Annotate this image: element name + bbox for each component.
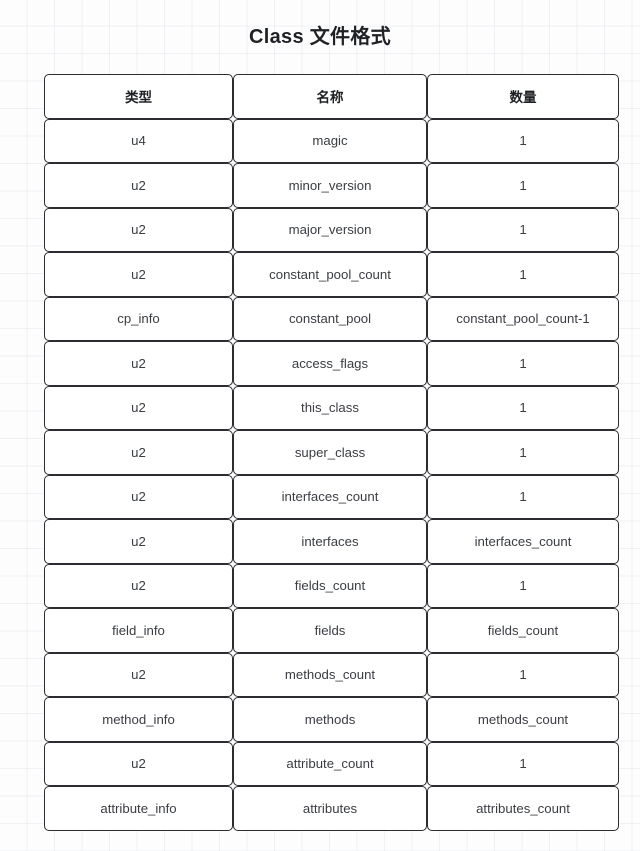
table-row: u4 magic 1 [44, 118, 619, 163]
cell-count: 1 [427, 252, 619, 297]
table-row: field_info fields fields_count [44, 608, 619, 653]
table-row: u2 attribute_count 1 [44, 741, 619, 786]
cell-count: methods_count [427, 697, 619, 742]
cell-type: method_info [44, 697, 233, 742]
cell-name: super_class [233, 430, 427, 475]
cell-type: field_info [44, 608, 233, 653]
cell-name: interfaces_count [233, 474, 427, 519]
cell-type: u4 [44, 118, 233, 163]
cell-type: u2 [44, 341, 233, 386]
cell-name: attributes [233, 786, 427, 831]
cell-name: access_flags [233, 341, 427, 386]
cell-type: attribute_info [44, 786, 233, 831]
cell-type: u2 [44, 474, 233, 519]
cell-type: u2 [44, 519, 233, 564]
table-row: u2 methods_count 1 [44, 652, 619, 697]
cell-type: u2 [44, 430, 233, 475]
table-row: method_info methods methods_count [44, 697, 619, 742]
cell-type: u2 [44, 741, 233, 786]
class-file-format-table-container: 类型 名称 数量 u4 magic 1 u2 minor_version 1 u2 major… [44, 74, 619, 831]
table-row: u2 super_class 1 [44, 430, 619, 475]
cell-count: constant_pool_count-1 [427, 296, 619, 341]
cell-name: attribute_count [233, 741, 427, 786]
cell-count: 1 [427, 741, 619, 786]
page-title: Class 文件格式 [249, 26, 391, 48]
page-root: Class 文件格式 类型 名称 数量 u4 magic 1 u2 minor_vers… [0, 0, 640, 851]
table-row: u2 this_class 1 [44, 385, 619, 430]
cell-count: fields_count [427, 608, 619, 653]
table-header: 类型 名称 数量 [44, 74, 619, 119]
table-header-row: 类型 名称 数量 [44, 74, 619, 119]
table-row: u2 minor_version 1 [44, 163, 619, 208]
cell-name: fields [233, 608, 427, 653]
table-body: u4 magic 1 u2 minor_version 1 u2 major_version 1… [44, 118, 619, 831]
cell-name: constant_pool_count [233, 252, 427, 297]
cell-count: attributes_count [427, 786, 619, 831]
table-row: u2 major_version 1 [44, 207, 619, 252]
cell-type: u2 [44, 385, 233, 430]
cell-name: this_class [233, 385, 427, 430]
cell-count: 1 [427, 385, 619, 430]
table-row: u2 fields_count 1 [44, 563, 619, 608]
cell-name: interfaces [233, 519, 427, 564]
cell-count: 1 [427, 652, 619, 697]
cell-type: u2 [44, 563, 233, 608]
cell-type: cp_info [44, 296, 233, 341]
class-file-format-table: 类型 名称 数量 u4 magic 1 u2 minor_version 1 u2 major… [44, 74, 619, 831]
column-header-name: 名称 [233, 74, 427, 119]
cell-name: minor_version [233, 163, 427, 208]
cell-name: fields_count [233, 563, 427, 608]
column-header-type: 类型 [44, 74, 233, 119]
cell-name: constant_pool [233, 296, 427, 341]
table-row: cp_info constant_pool constant_pool_count-… [44, 296, 619, 341]
table-row: u2 constant_pool_count 1 [44, 252, 619, 297]
table-row: attribute_info attributes attributes_count [44, 786, 619, 831]
table-row: u2 interfaces interfaces_count [44, 519, 619, 564]
column-header-count: 数量 [427, 74, 619, 119]
cell-name: methods [233, 697, 427, 742]
cell-type: u2 [44, 652, 233, 697]
cell-name: magic [233, 118, 427, 163]
cell-name: methods_count [233, 652, 427, 697]
table-row: u2 interfaces_count 1 [44, 474, 619, 519]
cell-count: 1 [427, 207, 619, 252]
cell-type: u2 [44, 252, 233, 297]
cell-count: 1 [427, 474, 619, 519]
cell-count: 1 [427, 563, 619, 608]
cell-name: major_version [233, 207, 427, 252]
cell-count: 1 [427, 430, 619, 475]
cell-type: u2 [44, 163, 233, 208]
table-row: u2 access_flags 1 [44, 341, 619, 386]
cell-count: 1 [427, 341, 619, 386]
cell-count: 1 [427, 163, 619, 208]
cell-count: interfaces_count [427, 519, 619, 564]
cell-count: 1 [427, 118, 619, 163]
cell-type: u2 [44, 207, 233, 252]
